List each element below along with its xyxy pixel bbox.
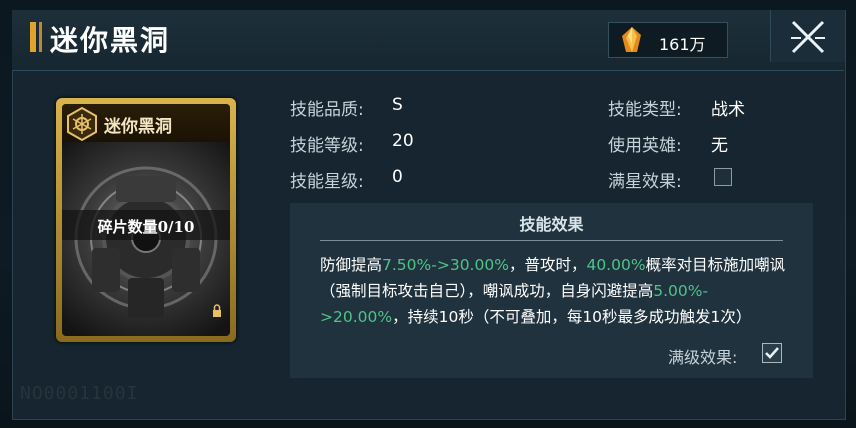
close-icon xyxy=(791,20,825,54)
skill-card-art-area: 迷你黑洞 碎片数量0/10 xyxy=(62,104,230,336)
full-star-label: 满星效果: xyxy=(608,172,682,192)
effect-divider xyxy=(320,240,783,241)
full-star-checkbox[interactable] xyxy=(714,168,732,186)
skill-type-hex-icon xyxy=(67,106,97,142)
title-accent-bar-thin xyxy=(39,22,42,52)
crystal-icon xyxy=(622,27,641,52)
type-label: 技能类型: xyxy=(608,100,682,120)
star-value: 0 xyxy=(392,167,403,187)
effect-highlight-chance: 40.00% xyxy=(586,256,646,274)
type-value: 战术 xyxy=(711,100,745,120)
effect-title: 技能效果 xyxy=(519,215,584,234)
skill-card[interactable]: 迷你黑洞 碎片数量0/10 xyxy=(56,98,236,342)
currency-amount: 161万 xyxy=(659,35,706,54)
card-skill-name: 迷你黑洞 xyxy=(104,117,172,137)
effect-description[interactable]: 防御提高7.50%->30.00%，普攻时，40.00%概率对目标施加嘲讽（强制… xyxy=(320,252,790,340)
hero-label: 使用英雄: xyxy=(608,136,682,156)
watermark-code: NO0001100I xyxy=(20,383,139,404)
title-accent-bar xyxy=(30,22,36,52)
hero-value: 无 xyxy=(711,136,728,156)
max-level-checkbox[interactable] xyxy=(762,343,782,363)
checkmark-icon xyxy=(765,347,779,359)
quality-label: 技能品质: xyxy=(290,100,364,120)
effect-text-seg: ，普攻时， xyxy=(508,256,587,274)
effect-text-seg: 防御提高 xyxy=(320,256,383,274)
effect-highlight-defense: 7.50%->30.00% xyxy=(382,256,509,274)
skill-effect-panel: 技能效果 防御提高7.50%->30.00%，普攻时，40.00%概率对目标施加… xyxy=(290,203,813,378)
quality-value: S xyxy=(392,95,403,115)
lock-icon xyxy=(213,304,221,317)
level-label: 技能等级: xyxy=(290,136,364,156)
level-value: 20 xyxy=(392,131,414,151)
dialog-title: 迷你黑洞 xyxy=(50,24,171,57)
currency-display[interactable]: 161万 xyxy=(608,22,728,58)
max-level-label: 满级效果: xyxy=(668,348,738,367)
star-label: 技能星级: xyxy=(290,172,364,192)
close-button[interactable] xyxy=(770,10,845,62)
fragment-count: 碎片数量0/10 xyxy=(97,218,195,236)
effect-text-seg: ，持续10秒（不可叠加，每10秒最多成功触发1次） xyxy=(392,308,752,326)
